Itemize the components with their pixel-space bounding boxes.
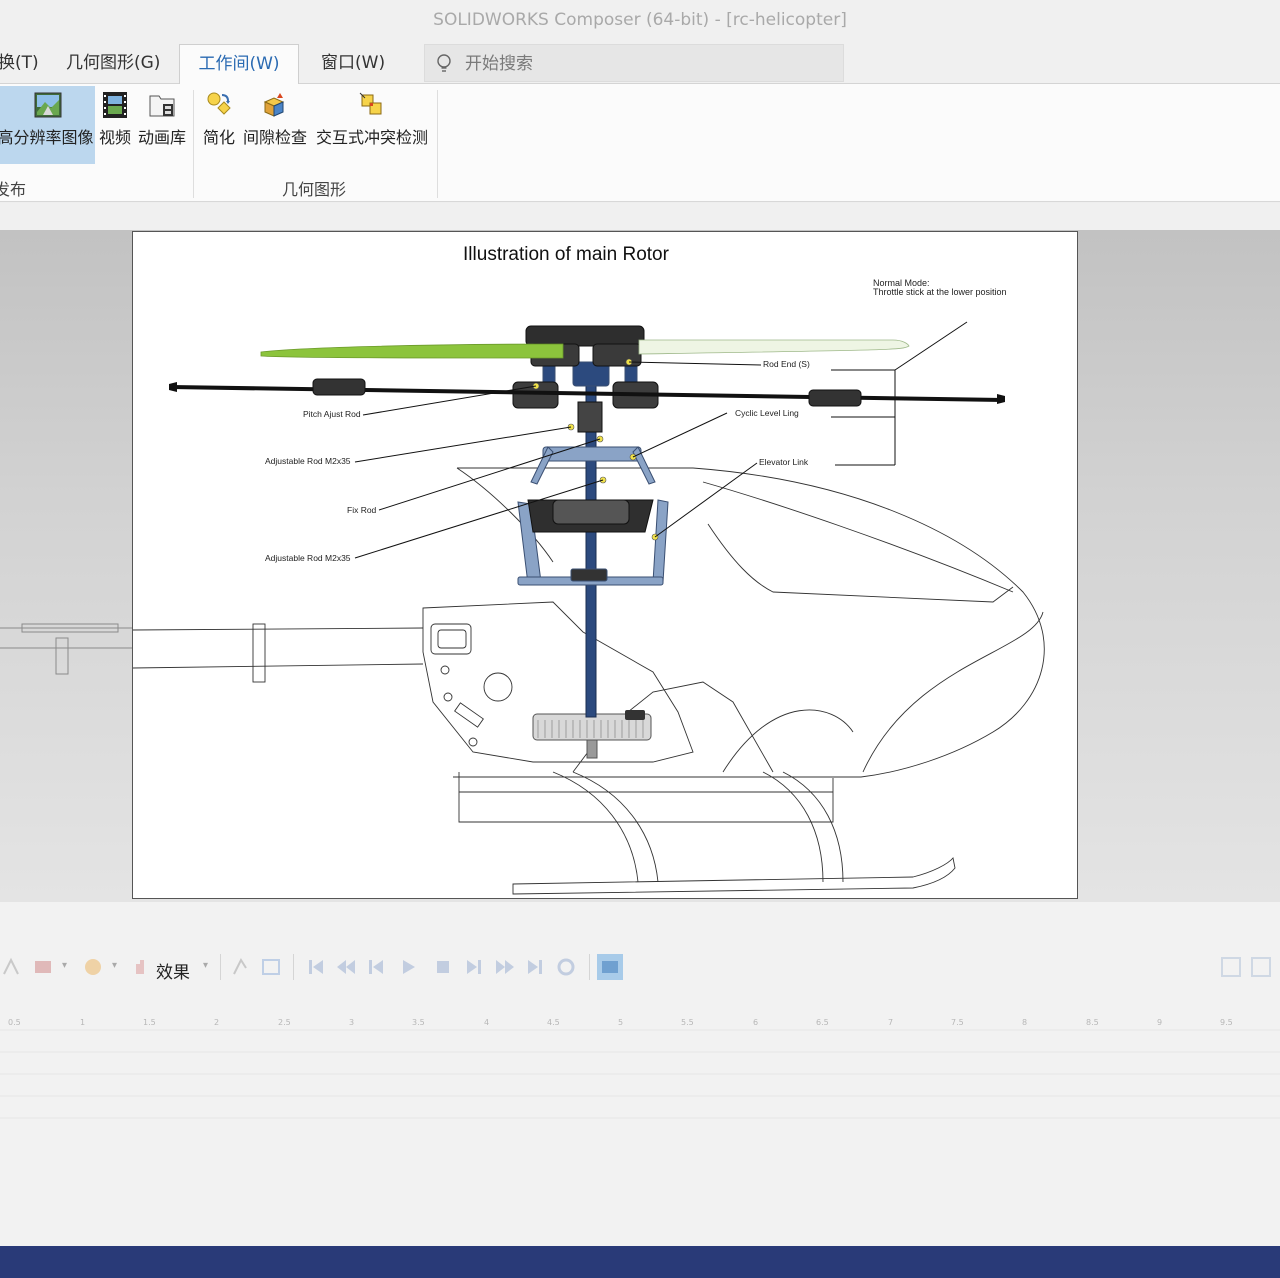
callout-cyclic-level-link: Cyclic Level Ling: [735, 408, 799, 418]
effects-hand-icon[interactable]: [130, 956, 152, 978]
callout-elevator-link: Elevator Link: [759, 457, 809, 467]
timeline-tick: 6: [753, 1018, 759, 1027]
zoom-fit-icon[interactable]: [1220, 956, 1242, 978]
timeline-tick: 7.5: [951, 1018, 964, 1027]
rotor-blade-green: [260, 343, 564, 359]
animation-library-button[interactable]: 动画库: [136, 86, 188, 164]
dropdown-arrow-icon[interactable]: ▾: [62, 960, 67, 971]
video-label: 视频: [98, 128, 131, 147]
timeline-tick: 6.5: [816, 1018, 829, 1027]
tab-workshops[interactable]: 工作间(W): [179, 44, 299, 85]
ribbon-tabs: 换(T) 几何图形(G) 工作间(W) 窗口(W): [0, 40, 1280, 85]
timeline-tick: 3.5: [412, 1018, 425, 1027]
play-backward-icon[interactable]: [365, 956, 387, 978]
ribbon-separator: [437, 90, 438, 198]
timeline-tick: 5: [618, 1018, 624, 1027]
timeline-panel: ▾ ▾ 效果 ▾ 0.5 1 1.5 2 2.5 3 3.5 4 4.5 5 5…: [0, 902, 1280, 1246]
toolbar-separator: [293, 954, 294, 980]
timeline-tick: 4: [484, 1018, 490, 1027]
video-button[interactable]: 视频: [96, 86, 134, 164]
title-bar: SOLIDWORKS Composer (64-bit) - [rc-helic…: [0, 0, 1280, 40]
tail-boom-left: [0, 623, 140, 675]
timeline-tick: 5.5: [681, 1018, 694, 1027]
timeline-tick: 3: [349, 1018, 355, 1027]
ribbon-separator: [193, 90, 194, 198]
interactive-collision-label: 交互式冲突检测: [315, 128, 428, 147]
ribbon-gap: [0, 203, 1280, 230]
properties-grid-icon[interactable]: [260, 956, 282, 978]
timeline-tick: 9: [1157, 1018, 1163, 1027]
go-to-start-icon[interactable]: [305, 956, 327, 978]
high-res-image-label: 高分辨率图像: [0, 128, 94, 147]
publish-group-label: 发布: [0, 180, 27, 199]
callout-adjustable-rod-lower: Adjustable Rod M2x35: [265, 553, 351, 563]
drawing-sheet: Illustration of main Rotor Normal Mode: …: [132, 231, 1078, 899]
callout-pitch-adjust-rod: Pitch Ajust Rod: [303, 409, 361, 419]
geometry-group-label: 几何图形: [282, 180, 347, 199]
film-strip-icon: [103, 92, 127, 118]
auto-key-icon[interactable]: [597, 954, 623, 980]
search-input[interactable]: [465, 51, 825, 77]
callout-rod-end: Rod End (S): [763, 359, 810, 369]
animation-toolbar: ▾ ▾ 效果 ▾: [0, 950, 1280, 986]
digger-icon[interactable]: [82, 956, 104, 978]
window-title: SOLIDWORKS Composer (64-bit) - [rc-helic…: [433, 10, 847, 30]
clearance-check-icon: [263, 93, 285, 117]
landscape-image-icon: [34, 92, 61, 118]
helicopter-drawing: [133, 321, 1045, 895]
dropdown-arrow-icon[interactable]: ▾: [203, 960, 208, 971]
collision-detection-icon: [359, 92, 382, 115]
camera-key-icon[interactable]: [32, 956, 54, 978]
clearance-check-label: 间隙检查: [242, 128, 307, 147]
previous-key-icon[interactable]: [335, 956, 357, 978]
lightbulb-icon: [437, 54, 451, 72]
timeline-tick: 2: [214, 1018, 220, 1027]
timeline-tick: 9.5: [1220, 1018, 1233, 1027]
tab-window[interactable]: 窗口(W): [321, 44, 385, 84]
toolbar-separator: [589, 954, 590, 980]
timeline-tick: 1: [80, 1018, 86, 1027]
tab-geometry[interactable]: 几何图形(G): [66, 44, 160, 84]
timeline-grid: [0, 1029, 1280, 1119]
next-key-icon[interactable]: [494, 956, 516, 978]
effects-label[interactable]: 效果: [156, 958, 190, 983]
ribbon-panel: 高分辨率图像 视频 动画库 发布 简化 间隙检查 交互式冲突检测 几何图形: [0, 84, 1280, 202]
timeline-tick: 2.5: [278, 1018, 291, 1027]
go-to-end-icon[interactable]: [524, 956, 546, 978]
timeline-tick: 4.5: [547, 1018, 560, 1027]
stop-icon[interactable]: [432, 956, 454, 978]
high-res-image-button[interactable]: 高分辨率图像: [0, 86, 95, 164]
simplify-icon: [207, 92, 231, 115]
tab-transform[interactable]: 换(T): [0, 44, 39, 84]
toolbar-separator: [220, 954, 221, 980]
zoom-selection-icon[interactable]: [1250, 956, 1272, 978]
clearance-check-button[interactable]: 间隙检查: [239, 86, 311, 164]
timeline-tick: 0.5: [8, 1018, 21, 1027]
dropdown-arrow-icon[interactable]: ▾: [112, 960, 117, 971]
3d-viewport[interactable]: Illustration of main Rotor Normal Mode: …: [0, 230, 1280, 902]
timeline-ruler[interactable]: 0.5 1 1.5 2 2.5 3 3.5 4 4.5 5 5.5 6 6.5 …: [0, 1012, 1280, 1142]
status-bar: [0, 1246, 1280, 1278]
animation-library-label: 动画库: [137, 128, 186, 147]
move-keys-icon[interactable]: [0, 956, 22, 978]
loop-icon[interactable]: [555, 956, 577, 978]
rotor-blade-pale: [638, 339, 910, 355]
timeline-tick: 1.5: [143, 1018, 156, 1027]
callout-fix-rod: Fix Rod: [347, 505, 377, 515]
callout-adjustable-rod-upper: Adjustable Rod M2x35: [265, 456, 351, 466]
search-box[interactable]: [424, 44, 844, 82]
timeline-tick: 8: [1022, 1018, 1028, 1027]
timeline-tick: 7: [888, 1018, 894, 1027]
interactive-collision-button[interactable]: 交互式冲突检测: [312, 86, 432, 164]
simplify-button[interactable]: 简化: [200, 86, 238, 164]
folder-film-icon: [149, 95, 175, 117]
simplify-label: 简化: [202, 128, 235, 147]
key-filter-icon[interactable]: [230, 956, 252, 978]
play-forward-icon[interactable]: [463, 956, 485, 978]
play-icon[interactable]: [398, 956, 420, 978]
timeline-tick: 8.5: [1086, 1018, 1099, 1027]
